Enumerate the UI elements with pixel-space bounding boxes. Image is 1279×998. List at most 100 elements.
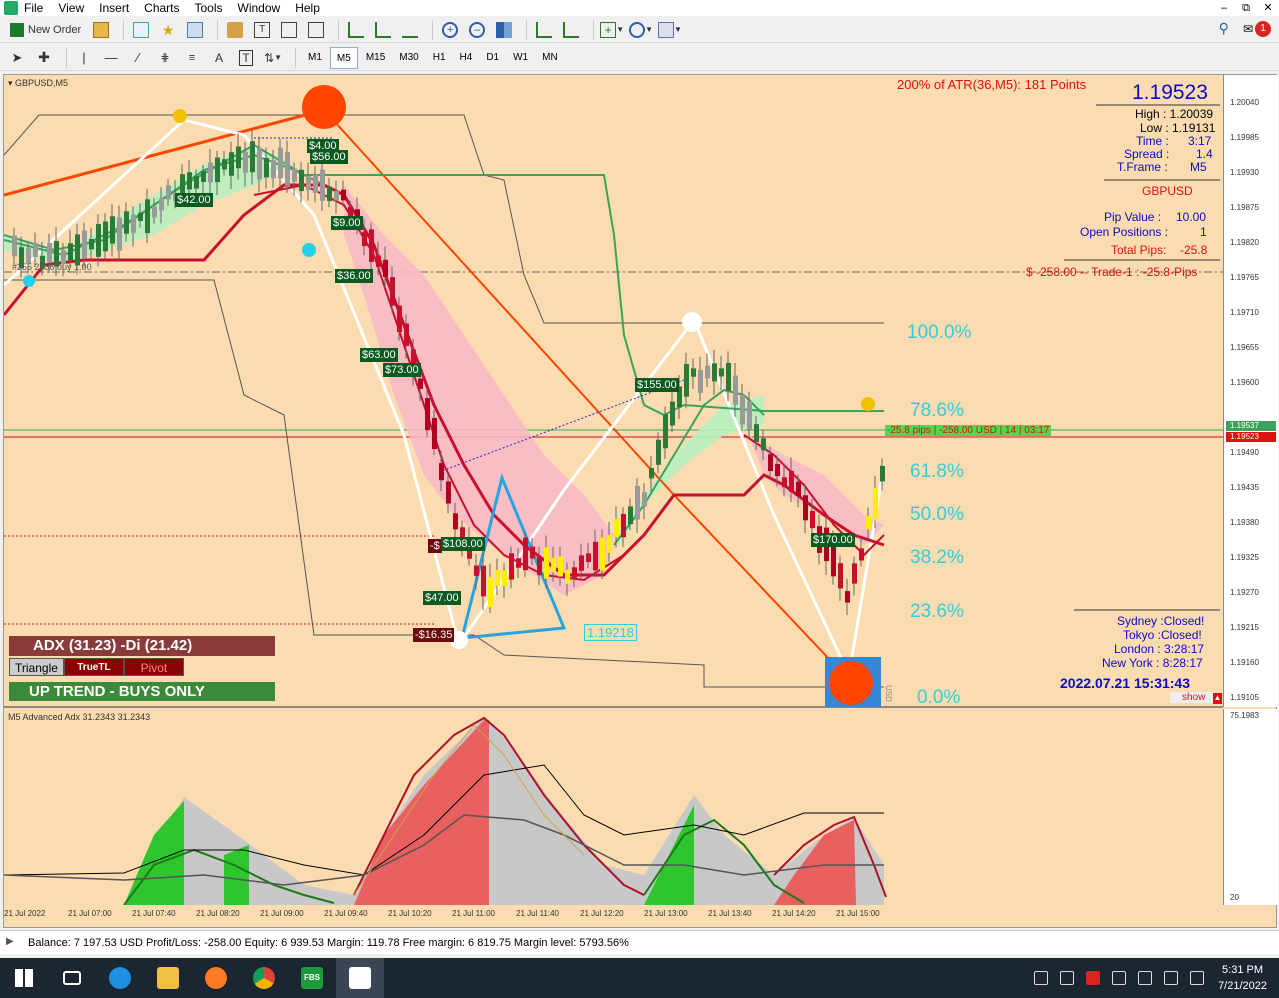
- new-order-button[interactable]: New Order: [6, 19, 85, 41]
- zigzag-point: [682, 312, 702, 332]
- network-icon[interactable]: [1034, 971, 1049, 985]
- candle-body: [271, 160, 276, 179]
- terminal-button[interactable]: [305, 19, 327, 41]
- tab-pivot[interactable]: Pivot: [123, 658, 184, 676]
- timeframe-h4[interactable]: H4: [454, 47, 479, 69]
- position-label: -25.8 pips | -258.00 USD | 14 | 03:17: [885, 425, 1052, 436]
- time-axis[interactable]: 21 Jul 2022 21 Jul 07:00 21 Jul 07:40 21 Ju…: [4, 905, 1223, 927]
- file-explorer-button[interactable]: [144, 958, 192, 998]
- indicators-button[interactable]: + ▼: [600, 19, 624, 41]
- volume-icon[interactable]: [1112, 971, 1127, 985]
- keyboard-icon[interactable]: [1190, 971, 1205, 985]
- notification-badge[interactable]: 1: [1255, 20, 1271, 37]
- timeframe-m1[interactable]: M1: [302, 47, 328, 69]
- start-button[interactable]: [0, 958, 48, 998]
- trendline-button[interactable]: ∕: [127, 47, 149, 69]
- fbs-icon: FBS: [301, 967, 323, 989]
- timeframe-mn[interactable]: MN: [536, 47, 564, 69]
- timeframe-m30[interactable]: M30: [393, 47, 424, 69]
- indicator-axis-bottom: 20: [1230, 893, 1239, 902]
- periods-button[interactable]: ▼: [629, 19, 653, 41]
- candle-body: [488, 576, 493, 608]
- vertical-line-button[interactable]: |: [73, 47, 95, 69]
- menu-view[interactable]: View: [58, 1, 95, 15]
- timeframe-m15[interactable]: M15: [360, 47, 391, 69]
- data-window-button[interactable]: T: [251, 19, 273, 41]
- navigator-button[interactable]: [184, 19, 206, 41]
- zoom-in-button[interactable]: +: [439, 19, 461, 41]
- menu-insert[interactable]: Insert: [99, 1, 140, 15]
- menu-tools[interactable]: Tools: [195, 1, 234, 15]
- zoom-out-button[interactable]: –: [466, 19, 488, 41]
- photos-button[interactable]: [336, 958, 384, 998]
- candle-body: [768, 454, 773, 472]
- wifi-icon[interactable]: [1164, 971, 1179, 985]
- timeframe-d1[interactable]: D1: [480, 47, 505, 69]
- tab-triangle[interactable]: Triangle: [9, 658, 64, 676]
- candle-body: [656, 439, 661, 465]
- mic-icon[interactable]: [1138, 971, 1153, 985]
- tframe-value: M5: [1190, 160, 1207, 174]
- chrome-button[interactable]: [240, 958, 288, 998]
- text-button[interactable]: A: [208, 47, 230, 69]
- search-icon[interactable]: ⚲: [1219, 20, 1229, 37]
- market-watch-button[interactable]: [224, 19, 246, 41]
- new-chart-button[interactable]: [130, 19, 152, 41]
- line-studies-toolbar: ➤ ✚ | — ∕ ⋕ ≡ A T ⇅ ▼ M1 M5 M15 M30 H1 H4…: [0, 45, 1279, 71]
- dropdown-arrow-icon: ▼: [616, 25, 625, 34]
- close-icon[interactable]: ✕: [1257, 0, 1279, 16]
- time-axis-label: 21 Jul 12:20: [580, 909, 624, 918]
- timeframe-m5[interactable]: M5: [329, 46, 358, 69]
- arrows-button[interactable]: ⇅ ▼: [262, 47, 284, 69]
- firefox-button[interactable]: [192, 958, 240, 998]
- templates-button[interactable]: ▼: [658, 19, 682, 41]
- price-axis-label: 1.20040: [1230, 98, 1259, 107]
- cursor-button[interactable]: ➤: [6, 47, 28, 69]
- chart-shift-button[interactable]: [533, 19, 555, 41]
- horizontal-line-button[interactable]: —: [100, 47, 122, 69]
- shield-icon[interactable]: [1086, 971, 1101, 985]
- fibonacci-button[interactable]: ≡: [181, 47, 203, 69]
- show-button[interactable]: show: [1170, 692, 1216, 703]
- tile-windows-button[interactable]: [493, 19, 515, 41]
- chat-icon[interactable]: ✉: [1243, 22, 1253, 36]
- cloud-icon[interactable]: [1060, 971, 1075, 985]
- timeframe-h1[interactable]: H1: [427, 47, 452, 69]
- candle-body: [47, 243, 52, 263]
- bar-chart-button[interactable]: [345, 19, 367, 41]
- line-chart-button[interactable]: [399, 19, 421, 41]
- candle-body: [215, 157, 220, 183]
- time-axis-label: 21 Jul 08:20: [196, 909, 240, 918]
- candle-body: [544, 547, 549, 579]
- history-button[interactable]: [278, 19, 300, 41]
- edge-button[interactable]: [96, 958, 144, 998]
- restore-icon[interactable]: ⧉: [1235, 0, 1257, 16]
- line-chart-icon: [402, 22, 419, 38]
- menu-file[interactable]: File: [24, 1, 54, 15]
- candle-body: [810, 510, 815, 529]
- timeframe-w1[interactable]: W1: [507, 47, 534, 69]
- channel-button[interactable]: ⋕: [154, 47, 176, 69]
- crosshair-button[interactable]: ✚: [33, 47, 55, 69]
- price-axis[interactable]: 1.19537 1.19523 1.20040 1.19985 1.19930 1.1…: [1223, 75, 1278, 707]
- menu-charts[interactable]: Charts: [144, 1, 190, 15]
- chart-window[interactable]: ▾ GBPUSD,M5 #255 2536 buy 1.00 200% of A…: [3, 74, 1278, 928]
- candle-body: [572, 567, 577, 578]
- candle-body: [600, 537, 605, 571]
- auto-scroll-button[interactable]: [560, 19, 582, 41]
- fbs-button[interactable]: FBS: [288, 958, 336, 998]
- minimize-icon[interactable]: –: [1213, 0, 1235, 16]
- candle-body: [607, 534, 612, 553]
- tab-truetl[interactable]: TrueTL: [63, 658, 124, 676]
- candle-body: [159, 198, 164, 211]
- task-view-button[interactable]: [48, 958, 96, 998]
- autotrading-button[interactable]: [90, 19, 112, 41]
- indicators-icon: +: [600, 21, 617, 38]
- menu-window[interactable]: Window: [238, 1, 292, 15]
- text-label-button[interactable]: T: [235, 47, 257, 69]
- clock[interactable]: 5:31 PM 7/21/2022: [1218, 962, 1267, 994]
- candle-chart-button[interactable]: [372, 19, 394, 41]
- favorites-button[interactable]: ★: [157, 19, 179, 41]
- show-arrow-icon[interactable]: ▲: [1213, 693, 1222, 704]
- menu-help[interactable]: Help: [295, 1, 331, 15]
